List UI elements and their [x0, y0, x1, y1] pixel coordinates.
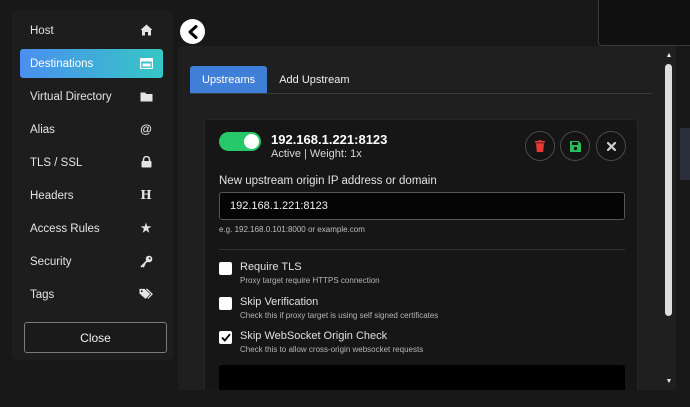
sidebar-item-label: Destinations [30, 57, 94, 70]
cancel-button[interactable] [596, 131, 626, 161]
sidebar-item-virtual-directory[interactable]: Virtual Directory [20, 82, 163, 111]
upstream-address: 192.168.1.221:8123 [271, 132, 388, 147]
tab-bar: Upstreams Add Upstream [190, 66, 362, 93]
trash-icon [535, 140, 545, 152]
sidebar-item-headers[interactable]: Headers H [20, 181, 163, 210]
sidebar-item-tls-ssl[interactable]: TLS / SSL [20, 148, 163, 177]
back-button[interactable] [180, 19, 205, 44]
star-icon: ★ [140, 221, 152, 235]
require-tls-checkbox[interactable] [219, 262, 232, 275]
tab-add-upstream[interactable]: Add Upstream [267, 66, 361, 93]
delete-button[interactable] [525, 131, 555, 161]
sidebar-item-label: Security [30, 255, 72, 268]
scroll-up-icon[interactable]: ▲ [665, 52, 673, 60]
sidebar-item-label: Host [30, 24, 54, 37]
window-icon [139, 56, 153, 70]
origin-input[interactable] [219, 192, 625, 220]
tab-upstreams[interactable]: Upstreams [190, 66, 268, 93]
sidebar-item-label: Tags [30, 288, 55, 301]
sidebar-item-label: TLS / SSL [30, 156, 83, 169]
upstream-card: 192.168.1.221:8123 Active | Weight: 1x N… [204, 119, 638, 390]
sidebar-item-access-rules[interactable]: Access Rules ★ [20, 214, 163, 243]
checkmark-icon [220, 333, 231, 342]
close-button[interactable]: Close [24, 322, 167, 353]
sidebar-item-label: Virtual Directory [30, 90, 112, 103]
sidebar-item-label: Alias [30, 123, 55, 136]
scroll-down-icon[interactable]: ▼ [665, 378, 673, 386]
tab-divider [190, 93, 652, 94]
close-icon [606, 141, 616, 151]
background-strip [680, 128, 690, 180]
skip-verification-checkbox[interactable] [219, 297, 232, 310]
scroll-thumb[interactable] [665, 64, 672, 316]
option-description: Proxy target require HTTPS connection [240, 276, 380, 285]
main-panel: Upstreams Add Upstream 192.168.1.221:812… [178, 46, 676, 390]
sidebar-item-host[interactable]: Host [20, 16, 163, 45]
section-divider [219, 249, 625, 250]
sidebar-item-tags[interactable]: Tags [20, 280, 163, 309]
toggle-knob [244, 134, 259, 149]
lock-icon [139, 155, 153, 169]
floating-panel [598, 0, 690, 46]
option-description: Check this to allow cross-origin websock… [240, 345, 424, 354]
sidebar-item-label: Access Rules [30, 222, 100, 235]
sidebar-item-security[interactable]: Security [20, 247, 163, 276]
upstream-enabled-toggle[interactable] [219, 132, 261, 151]
option-description: Check this if proxy target is using self… [240, 311, 439, 320]
home-icon [139, 23, 153, 37]
heading-icon: H [140, 188, 152, 202]
advanced-settings-box [219, 365, 625, 390]
floppy-icon [569, 140, 581, 152]
origin-field-hint: e.g. 192.168.0.101:8000 or example.com [219, 225, 365, 234]
sidebar: Host Destinations Virtual Directory Alia… [12, 10, 174, 360]
tags-icon [139, 287, 153, 301]
skip-websocket-checkbox[interactable] [219, 331, 232, 344]
folder-icon [139, 89, 153, 103]
save-button[interactable] [560, 131, 590, 161]
upstream-status: Active | Weight: 1x [271, 148, 362, 160]
main-scrollbar[interactable]: ▲ ▼ [663, 50, 675, 390]
option-label: Skip Verification [240, 296, 319, 308]
chevron-left-icon [188, 24, 197, 39]
option-label: Require TLS [240, 261, 302, 273]
at-icon: @ [140, 122, 152, 136]
key-icon [139, 254, 153, 268]
app-root: Host Destinations Virtual Directory Alia… [0, 0, 690, 407]
origin-field-label: New upstream origin IP address or domain [219, 175, 437, 187]
sidebar-item-alias[interactable]: Alias @ [20, 115, 163, 144]
sidebar-item-label: Headers [30, 189, 74, 202]
option-label: Skip WebSocket Origin Check [240, 330, 388, 342]
sidebar-item-destinations[interactable]: Destinations [20, 49, 163, 78]
